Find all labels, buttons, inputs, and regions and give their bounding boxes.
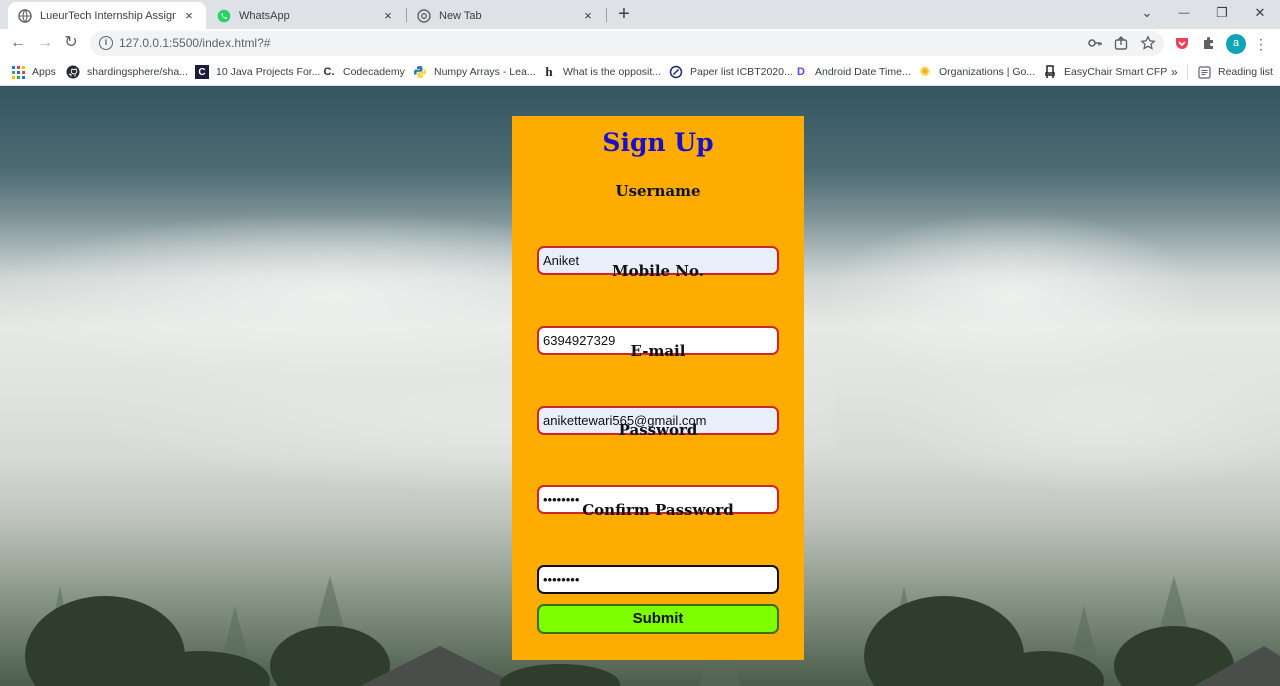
key-icon[interactable] [1087,35,1103,51]
reading-list-icon [1197,65,1211,79]
tab-search-dropdown-icon[interactable]: ⌄ [1137,4,1157,22]
background-image-right [834,86,1280,686]
bookmark-apps[interactable]: Apps [11,64,56,80]
tab-close-icon[interactable]: × [381,8,395,23]
reading-list-button[interactable]: Reading list [1197,64,1273,80]
bookmarks-divider [1187,64,1188,80]
bookmark-android-date-time[interactable]: D Android Date Time... [794,64,911,80]
confirm-password-input[interactable] [537,565,779,594]
reading-list-label: Reading list [1218,66,1273,78]
minimize-button[interactable]: — [1174,4,1194,22]
new-tab-button[interactable]: + [614,4,634,24]
globe-icon [18,8,32,23]
h-icon: h [545,64,553,79]
bookmark-paper-list[interactable]: Paper list ICBT2020... [669,64,793,80]
tab-whatsapp[interactable]: WhatsApp × [207,2,405,29]
bookmark-label: Organizations | Go... [939,66,1036,78]
bookmark-label: Numpy Arrays - Lea... [434,66,536,78]
menu-kebab-icon[interactable]: ⋮ [1252,35,1270,53]
browser-toolbar: ← → ↻ i 127.0.0.1:5500/index.html?# ⋮ [0,29,1280,58]
profile-avatar[interactable]: a [1226,34,1246,54]
chrome-icon [417,8,431,23]
tab-label: WhatsApp [239,9,290,22]
bookmarks-bar: Apps shardingsphere/sha... C 10 Java Pro… [0,58,1280,86]
close-window-button[interactable]: ✕ [1250,4,1270,22]
page-viewport: Sign Up Username Mobile No. E-mail Passw… [0,86,1280,686]
mobile-label: Mobile No. [612,262,704,280]
bookmark-numpy[interactable]: Numpy Arrays - Lea... [413,64,536,80]
extensions-puzzle-icon[interactable] [1200,35,1218,53]
bookmark-label: EasyChair Smart CFP [1064,66,1168,78]
site-info-icon[interactable]: i [99,36,113,50]
extension-pocket-icon[interactable] [1173,35,1191,53]
tab-close-icon[interactable]: × [581,8,595,23]
signup-card: Sign Up Username Mobile No. E-mail Passw… [512,116,804,660]
bookmark-label: Apps [32,66,56,78]
bookmark-organizations[interactable]: ✺ Organizations | Go... [918,64,1036,80]
username-label: Username [615,182,701,200]
bookmark-label: shardingsphere/sha... [87,66,188,78]
tab-label: New Tab [439,9,482,22]
github-icon [66,65,80,79]
maximize-button[interactable]: ❐ [1212,4,1232,22]
back-button[interactable]: ← [9,34,27,52]
bookmark-label: What is the opposit... [563,66,662,78]
browser-tab-strip: LueurTech Internship Assignment × WhatsA… [0,0,1280,29]
url-text[interactable]: 127.0.0.1:5500/index.html?# [119,36,270,50]
codecademy-icon: C. [323,66,335,78]
share-icon[interactable] [1113,35,1129,51]
codex-icon: C [195,65,209,79]
bookmark-shardingsphere[interactable]: shardingsphere/sha... [66,64,188,80]
page-title: Sign Up [602,128,714,157]
address-bar[interactable]: i 127.0.0.1:5500/index.html?# [90,31,1164,56]
bookmark-label: Android Date Time... [815,66,911,78]
bookmarks-overflow-button[interactable]: » [1171,64,1178,80]
confirm-password-label: Confirm Password [582,501,734,519]
tab-label: LueurTech Internship Assignment [40,9,176,22]
whatsapp-icon [217,9,231,23]
email-label: E-mail [630,342,686,360]
sun-icon: ✺ [919,64,931,79]
apps-grid-icon [11,65,25,79]
submit-button[interactable]: Submit [537,604,779,634]
tab-new-tab[interactable]: New Tab × [407,2,605,29]
reload-button[interactable]: ↻ [62,34,80,52]
tab-divider [606,8,607,22]
tab-close-icon[interactable]: × [182,8,196,23]
chair-icon [1043,65,1057,79]
bookmark-java-projects[interactable]: C 10 Java Projects For... [195,64,320,80]
edit-icon [669,65,683,79]
tab-lueurtech[interactable]: LueurTech Internship Assignment × [8,2,206,29]
bookmark-label: 10 Java Projects For... [216,66,321,78]
password-label: Password [618,421,698,439]
bookmark-easychair[interactable]: EasyChair Smart CFP [1043,64,1167,80]
bookmark-what-is-opposite[interactable]: h What is the opposit... [542,64,661,80]
bookmark-codecademy[interactable]: C. Codecademy [322,64,405,80]
python-icon [413,65,427,79]
bookmark-star-icon[interactable] [1140,35,1156,51]
bookmark-label: Codecademy [343,66,405,78]
dd-icon: D [797,66,805,78]
forward-button[interactable]: → [36,34,54,52]
bookmark-label: Paper list ICBT2020... [690,66,793,78]
